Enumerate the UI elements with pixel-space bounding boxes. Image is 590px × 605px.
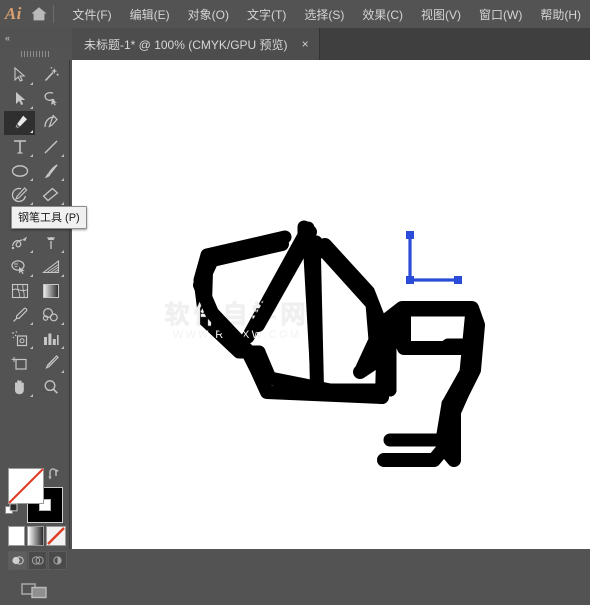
drawing-mode-row xyxy=(8,551,68,571)
direct-selection-tool[interactable] xyxy=(4,87,35,111)
lasso-tool[interactable] xyxy=(35,87,66,111)
magic-wand-tool[interactable] xyxy=(35,63,66,87)
app-logo: Ai xyxy=(4,4,22,23)
canvas-area[interactable]: 软件自学网 WWW.RJZXW.COM xyxy=(70,60,590,549)
fill-swatch[interactable] xyxy=(8,468,44,504)
draw-behind-mode[interactable] xyxy=(28,551,47,570)
menu-item-select[interactable]: 选择(S) xyxy=(295,2,353,27)
menu-item-view[interactable]: 视图(V) xyxy=(412,2,470,27)
slice-tool[interactable] xyxy=(35,351,66,375)
artboard-tool[interactable] xyxy=(4,351,35,375)
column-graph-tool[interactable] xyxy=(35,327,66,351)
close-icon[interactable]: × xyxy=(302,38,309,50)
draw-normal-mode[interactable] xyxy=(8,551,27,570)
menu-item-help[interactable]: 帮助(H) xyxy=(531,2,590,27)
document-tab-bar: « 未标题-1* @ 100% (CMYK/GPU 预览) × xyxy=(0,28,590,60)
none-swatch[interactable] xyxy=(46,526,66,546)
menu-item-file[interactable]: 文件(F) xyxy=(63,2,120,27)
default-fill-stroke-icon[interactable] xyxy=(5,503,19,517)
change-screen-mode-button[interactable] xyxy=(0,575,70,605)
home-icon[interactable] xyxy=(27,0,51,28)
blend-tool[interactable] xyxy=(35,303,66,327)
grip-dots-icon xyxy=(21,51,51,57)
pen-tool[interactable] xyxy=(4,111,35,135)
type-tool[interactable] xyxy=(4,135,35,159)
menu-item-window[interactable]: 窗口(W) xyxy=(470,2,531,27)
curvature-tool[interactable] xyxy=(35,111,66,135)
artboard[interactable]: 软件自学网 WWW.RJZXW.COM xyxy=(72,60,590,549)
zoom-tool[interactable] xyxy=(35,375,66,399)
hand-tool[interactable] xyxy=(4,375,35,399)
menu-item-effect[interactable]: 效果(C) xyxy=(353,2,412,27)
path-selection-overlay[interactable] xyxy=(72,60,590,549)
ellipse-tool[interactable] xyxy=(4,159,35,183)
menu-item-type[interactable]: 文字(T) xyxy=(238,2,295,27)
document-tab[interactable]: 未标题-1* @ 100% (CMYK/GPU 预览) × xyxy=(72,28,320,60)
draw-inside-mode[interactable] xyxy=(48,551,67,570)
document-tab-title: 未标题-1* @ 100% (CMYK/GPU 预览) xyxy=(84,37,288,52)
menu-divider xyxy=(52,5,54,23)
free-transform-tool[interactable] xyxy=(35,231,66,255)
shape-builder-tool[interactable] xyxy=(4,255,35,279)
swatch-mode-row xyxy=(8,526,68,548)
width-tool[interactable] xyxy=(4,231,35,255)
color-swatch[interactable] xyxy=(8,526,25,546)
perspective-grid-tool[interactable] xyxy=(35,255,66,279)
tools-panel: 钢笔工具 (P) xyxy=(0,60,87,599)
shaper-tool[interactable] xyxy=(4,183,35,207)
selection-tool[interactable] xyxy=(4,63,35,87)
pen-tool-tooltip: 钢笔工具 (P) xyxy=(11,206,87,229)
menu-bar: Ai 文件(F) 编辑(E) 对象(O) 文字(T) 选择(S) 效果(C) 视… xyxy=(0,0,590,28)
eraser-tool[interactable] xyxy=(35,183,66,207)
illustrator-window: Ai 文件(F) 编辑(E) 对象(O) 文字(T) 选择(S) 效果(C) 视… xyxy=(0,0,590,599)
gradient-swatch[interactable] xyxy=(27,526,44,546)
line-segment-tool[interactable] xyxy=(35,135,66,159)
menu-item-object[interactable]: 对象(O) xyxy=(179,2,238,27)
symbol-sprayer-tool[interactable] xyxy=(4,327,35,351)
fill-stroke-control xyxy=(0,465,70,535)
panel-collapse-button[interactable]: « xyxy=(0,28,72,48)
paintbrush-tool[interactable] xyxy=(35,159,66,183)
eyedropper-tool[interactable] xyxy=(4,303,35,327)
toolbar-drag-handle[interactable] xyxy=(0,48,72,60)
swap-fill-stroke-icon[interactable] xyxy=(48,467,62,481)
gradient-tool[interactable] xyxy=(35,279,66,303)
mesh-tool[interactable] xyxy=(4,279,35,303)
menu-item-edit[interactable]: 编辑(E) xyxy=(121,2,179,27)
menu-items: 文件(F) 编辑(E) 对象(O) 文字(T) 选择(S) 效果(C) 视图(V… xyxy=(63,2,590,27)
none-slash-icon xyxy=(8,468,44,504)
